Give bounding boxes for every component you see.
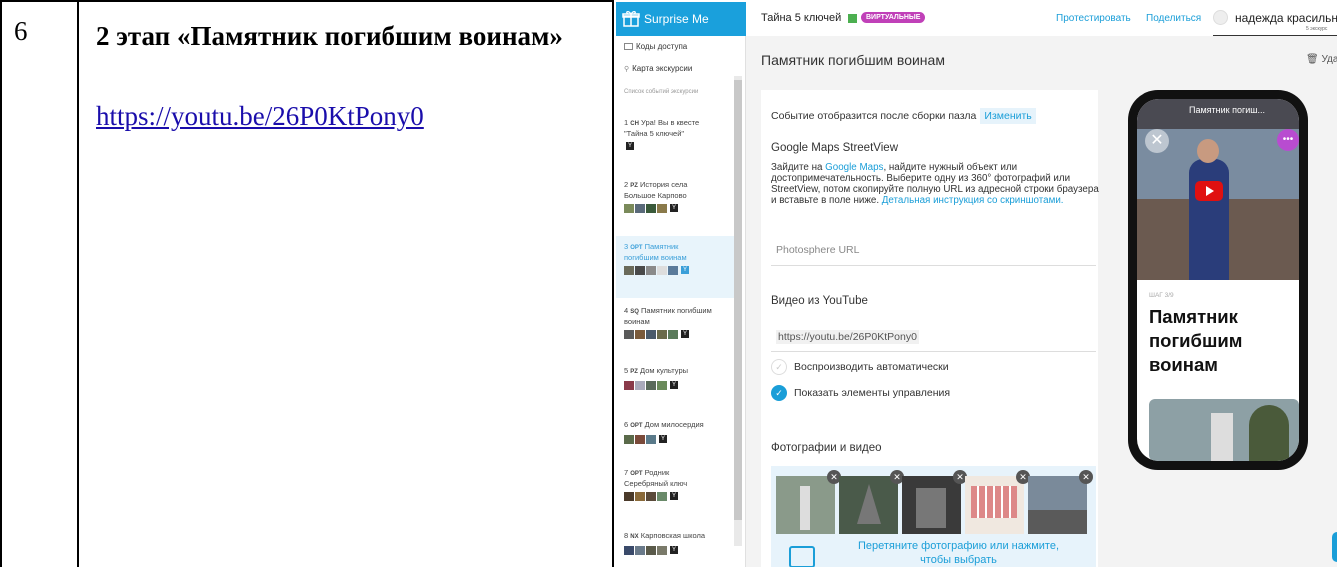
streetview-section-title: Google Maps StreetView [771,142,898,154]
remove-photo-icon[interactable]: ✕ [1079,470,1093,484]
youtube-icon: Y [681,330,689,338]
image-upload-icon [789,546,815,567]
sidebar-item-label: Карта экскурсии [632,64,693,73]
phone-screen: Памятник погиш... ✕ ••• ШАГ 3/9 Памятник… [1137,99,1299,461]
youtube-icon: Y [626,142,634,150]
event-item[interactable]: 5 PZ Дом культуры Y [616,366,734,412]
check-icon: ✓ [771,385,787,401]
youtube-section-title: Видео из YouTube [771,295,868,307]
sidebar-scroll-thumb[interactable] [734,80,742,520]
phone-preview: Памятник погиш... ✕ ••• ШАГ 3/9 Памятник… [1128,90,1308,470]
user-avatar[interactable] [1213,10,1228,25]
event-item[interactable]: 8 NX Карповская школа Y [616,531,734,567]
trash-icon: 🗑 [1306,54,1319,65]
streetview-instructions: Зайдите на Google Maps, найдите нужный о… [771,162,1099,206]
close-icon[interactable]: ✕ [1145,129,1169,153]
instructions-link[interactable]: Детальная инструкция со скриншотами. [882,195,1064,206]
photos-section-title: Фотографии и видео [771,442,882,454]
help-button[interactable] [1332,532,1337,562]
test-link[interactable]: Протестировать [1056,13,1131,24]
step-label: ШАГ 3/9 [1149,292,1174,299]
photosphere-url-input[interactable]: Photosphere URL [771,236,1096,266]
map-pin-icon: ⚲ [624,66,630,73]
status-indicator [848,14,857,23]
event-thumbs: Y [624,380,734,390]
check-icon: ✓ [771,359,787,375]
event-thumbs: Y [624,265,734,275]
user-subtitle: 5 экскурс [1306,26,1328,32]
event-item-active[interactable]: 3 ОРТ Памятник погибшим воинам Y [616,236,734,298]
dropzone-hint: Перетяните фотографию или нажмите, чтобы… [857,540,1059,566]
stage-title: 2 этап «Памятник погибшим воинам» [96,21,563,51]
delete-button[interactable]: 🗑 Уда [1306,54,1337,65]
document-table: 6 2 этап «Памятник погибшим воинам» http… [0,0,614,567]
youtube-icon: Y [670,546,678,554]
photo-thumbnail[interactable]: ✕ [776,470,841,534]
event-thumbs: Y [624,329,734,339]
photo-thumbnail[interactable]: ✕ [965,470,1030,534]
row-number: 6 [14,16,28,46]
top-bar: Surprise Me Тайна 5 ключей ВИРТУАЛЬНЫЕ П… [616,2,1337,36]
brand-logo[interactable]: Surprise Me [616,2,746,36]
youtube-icon: Y [659,435,667,443]
youtube-icon: Y [670,381,678,389]
sidebar-item-label: Коды доступа [636,42,688,51]
photo-thumbnail[interactable]: ✕ [839,470,904,534]
table-border-mid [77,0,79,567]
event-thumbs: Y [624,141,734,151]
gift-icon [622,11,640,27]
table-border-left [0,0,2,567]
change-button[interactable]: Изменить [980,108,1036,124]
event-list-label: Список событий экскурсии [624,89,699,95]
key-code-icon [624,43,633,51]
event-thumbs: Y [624,491,734,501]
virtual-badge: ВИРТУАЛЬНЫЕ [861,12,926,23]
brand-name: Surprise Me [644,12,709,26]
play-icon[interactable] [1195,181,1223,201]
sidebar-item-tour-map[interactable]: ⚲ Карта экскурсии [624,64,692,73]
sidebar-item-access-codes[interactable]: Коды доступа [624,42,687,51]
event-item[interactable]: 4 SQ Памятник погибшим воинам Y [616,306,734,356]
sidebar: Коды доступа ⚲ Карта экскурсии Список соб… [616,36,746,567]
share-link[interactable]: Поделиться [1146,13,1201,24]
autoplay-checkbox[interactable]: ✓ Воспроизводить автоматически [771,359,949,375]
event-thumbs: Y [624,545,734,555]
quest-title[interactable]: Тайна 5 ключей [761,12,841,24]
video-player[interactable]: Памятник погиш... ✕ ••• [1137,99,1299,280]
youtube-url-input[interactable]: https://youtu.be/26P0KtPony0 [771,322,1096,352]
show-controls-checkbox[interactable]: ✓ Показать элементы управления [771,385,950,401]
google-maps-link[interactable]: Google Maps [825,162,883,173]
event-thumbs: Y [624,203,734,213]
phone-event-title: Памятник погибшим воинам [1149,306,1243,375]
event-item[interactable]: 1 СН Ура! Вы в квесте "Тайна 5 ключей" Y [616,118,734,164]
photo-thumbnail[interactable]: ✕ [1028,470,1093,534]
event-thumbs: Y [624,434,734,444]
photo-thumbnail[interactable]: ✕ [902,470,967,534]
youtube-icon: Y [681,266,689,274]
page-title: Памятник погибшим воинам [761,52,945,68]
visibility-note: Событие отобразится после сборки пазла Из… [771,108,1036,124]
youtube-link[interactable]: https://youtu.be/26P0KtPony0 [96,96,424,136]
event-item[interactable]: 2 PZ История села Большое Карпово Y [616,180,734,230]
table-border-right [612,0,614,567]
more-icon[interactable]: ••• [1277,129,1299,151]
table-top-border [0,0,614,2]
user-name[interactable]: надежда красильни [1235,11,1337,25]
quest-editor-app: Surprise Me Тайна 5 ключей ВИРТУАЛЬНЫЕ П… [616,2,1337,567]
photo-dropzone[interactable]: ✕ ✕ ✕ ✕ ✕ Перетяните фотографию или нажм… [771,466,1096,567]
youtube-icon: Y [670,204,678,212]
event-form-card: Событие отобразится после сборки пазла Из… [761,90,1099,567]
user-underline [1213,35,1337,36]
youtube-icon: Y [670,492,678,500]
event-item[interactable]: 6 ОРТ Дом милосердия Y [616,420,734,466]
video-title: Памятник погиш... [1189,105,1266,115]
phone-photo [1149,399,1299,461]
event-item[interactable]: 7 ОРТ Родник Серебряный ключ Y [616,468,734,518]
